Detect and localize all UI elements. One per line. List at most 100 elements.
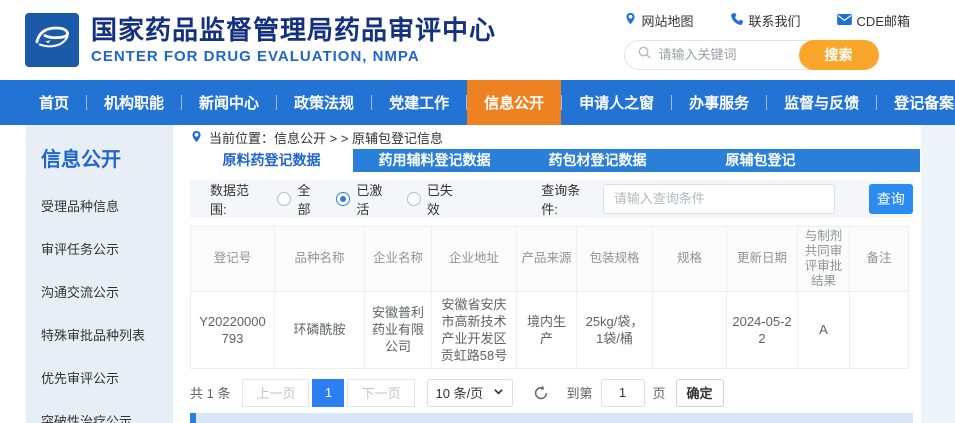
col-joint-review-result: 与制剂共同审评审批结果 (798, 226, 850, 291)
query-condition-input[interactable] (603, 184, 835, 214)
cell-joint-review-result: A (798, 291, 850, 368)
right-margin-strip (921, 125, 955, 423)
total-count: 共 1 条 (190, 383, 230, 402)
tab-excipient-registration-data[interactable]: 药用辅料登记数据 (353, 149, 516, 172)
col-company-address: 企业地址 (432, 226, 517, 291)
nav-item-home[interactable]: 首页 (22, 80, 86, 125)
nav-item-functions[interactable]: 机构职能 (87, 80, 181, 125)
cell-variety-name: 环磷酰胺 (275, 291, 365, 368)
cell-spec (653, 291, 727, 368)
cde-logo-swoosh-icon (31, 22, 73, 59)
sidebar-item-review-tasks[interactable]: 审评任务公示 (41, 239, 173, 258)
nav-item-news[interactable]: 新闻中心 (182, 80, 276, 125)
radio-all-label: 全部 (297, 180, 318, 218)
filter-bar: 数据范围: 全部 已激活 已失效 查询条件: 查询 (190, 180, 913, 218)
site-header: 国家药品监督管理局药品审评中心 CENTER FOR DRUG EVALUATI… (0, 0, 955, 80)
main-nav: 首页 机构职能 新闻中心 政策法规 党建工作 信息公开 申请人之窗 办事服务 监… (0, 80, 955, 125)
page-size-select[interactable]: 10 条/页 (427, 379, 513, 407)
nav-item-policy[interactable]: 政策法规 (277, 80, 371, 125)
sidebar: 信息公开 受理品种信息 审评任务公示 沟通交流公示 特殊审批品种列表 优先审评公… (26, 125, 173, 423)
goto-page-label: 到第 (567, 383, 593, 402)
page-1-button[interactable]: 1 (312, 379, 344, 407)
prev-page-button[interactable]: 上一页 (242, 379, 309, 407)
tab-packaging-registration-data[interactable]: 药包材登记数据 (516, 149, 679, 172)
radio-activated-icon[interactable] (336, 192, 350, 206)
tab-bar: 原料药登记数据 药用辅料登记数据 药包材登记数据 原辅包登记 (190, 149, 920, 172)
cell-company-address: 安徽省安庆市高新技术产业开发区贡虹路58号 (432, 291, 517, 368)
nav-item-registration-platform[interactable]: 登记备案平台 (877, 80, 955, 125)
radio-option-activated[interactable]: 已激活 (336, 180, 388, 218)
cell-company-name: 安徽普利药业有限公司 (365, 291, 432, 368)
quick-links: 网站地图 联系我们 CDE邮箱 (624, 11, 910, 30)
tab-api-excipient-packaging-registration[interactable]: 原辅包登记 (679, 149, 842, 172)
sidebar-item-communication[interactable]: 沟通交流公示 (41, 282, 173, 301)
chevron-down-icon (493, 385, 504, 400)
mail-icon (837, 13, 852, 28)
page-size-value: 10 条/页 (436, 383, 484, 402)
next-page-button[interactable]: 下一页 (347, 379, 414, 407)
sidebar-item-breakthrough-therapy[interactable]: 突破性治疗公示 (41, 411, 173, 423)
phone-icon (730, 12, 744, 29)
col-packaging-spec: 包装规格 (577, 226, 653, 291)
breadcrumb-pin-icon (190, 129, 203, 147)
col-product-source: 产品来源 (517, 226, 577, 291)
query-label: 查询条件: (541, 180, 590, 218)
location-pin-icon (624, 11, 637, 29)
pagination: 共 1 条 上一页 1 下一页 10 条/页 到第 页 确定 (190, 379, 920, 407)
radio-expired-label: 已失效 (427, 180, 459, 218)
sidebar-item-special-approval[interactable]: 特殊审批品种列表 (41, 325, 173, 344)
nav-item-party[interactable]: 党建工作 (372, 80, 466, 125)
radio-activated-label: 已激活 (356, 180, 388, 218)
sidebar-title: 信息公开 (41, 143, 173, 172)
breadcrumb: 当前位置：信息公开 > > 原辅包登记信息 (190, 127, 920, 149)
radio-option-expired[interactable]: 已失效 (407, 180, 459, 218)
radio-all-icon[interactable] (277, 192, 291, 206)
cell-registration-no: Y20220000793 (191, 291, 275, 368)
confirm-button[interactable]: 确定 (676, 379, 724, 407)
cde-mail-link[interactable]: CDE邮箱 (837, 11, 910, 30)
header-right: 网站地图 联系我们 CDE邮箱 搜索 (624, 11, 910, 70)
radio-expired-icon[interactable] (407, 192, 421, 206)
keyword-search-input[interactable] (659, 47, 789, 62)
col-update-date: 更新日期 (727, 226, 798, 291)
main-area: 信息公开 受理品种信息 审评任务公示 沟通交流公示 特殊审批品种列表 优先审评公… (0, 125, 955, 423)
breadcrumb-text: 当前位置：信息公开 > > 原辅包登记信息 (209, 128, 443, 147)
sitemap-link[interactable]: 网站地图 (624, 11, 694, 30)
search-icon (637, 45, 652, 65)
goto-page-input[interactable] (601, 379, 645, 407)
site-titles: 国家药品监督管理局药品审评中心 CENTER FOR DRUG EVALUATI… (91, 15, 496, 65)
sidebar-item-priority-review[interactable]: 优先审评公示 (41, 368, 173, 387)
radio-option-all[interactable]: 全部 (277, 180, 318, 218)
nav-item-services[interactable]: 办事服务 (672, 80, 766, 125)
cell-update-date: 2024-05-22 (727, 291, 798, 368)
site-title-en: CENTER FOR DRUG EVALUATION, NMPA (91, 48, 496, 65)
refresh-icon[interactable] (533, 385, 549, 401)
col-remarks: 备注 (850, 226, 909, 291)
nav-item-supervision[interactable]: 监督与反馈 (767, 80, 876, 125)
table-header-row: 登记号 品种名称 企业名称 企业地址 产品来源 包装规格 规格 更新日期 与制剂… (191, 226, 909, 291)
cde-logo (25, 13, 79, 67)
cell-remarks (850, 291, 909, 368)
contact-label: 联系我们 (749, 11, 801, 30)
site-title-cn: 国家药品监督管理局药品审评中心 (91, 15, 496, 45)
cell-product-source: 境内生产 (517, 291, 577, 368)
sitemap-label: 网站地图 (642, 11, 694, 30)
search-button[interactable]: 搜索 (799, 40, 879, 70)
scope-label: 数据范围: (210, 180, 259, 218)
nav-item-info-disclosure[interactable]: 信息公开 (467, 80, 561, 125)
footer-section-top (190, 413, 913, 423)
goto-page-unit: 页 (653, 383, 666, 402)
registration-table: 登记号 品种名称 企业名称 企业地址 产品来源 包装规格 规格 更新日期 与制剂… (190, 226, 909, 369)
cde-mail-label: CDE邮箱 (857, 11, 910, 30)
cell-packaging-spec: 25kg/袋，1袋/桶 (577, 291, 653, 368)
content-column: 当前位置：信息公开 > > 原辅包登记信息 原料药登记数据 药用辅料登记数据 药… (190, 125, 920, 423)
col-registration-no: 登记号 (191, 226, 275, 291)
tab-api-registration-data[interactable]: 原料药登记数据 (190, 149, 353, 172)
sidebar-item-accepted-varieties[interactable]: 受理品种信息 (41, 196, 173, 215)
col-company-name: 企业名称 (365, 226, 432, 291)
table-row: Y20220000793 环磷酰胺 安徽普利药业有限公司 安徽省安庆市高新技术产… (191, 291, 909, 368)
nav-item-applicant-window[interactable]: 申请人之窗 (562, 80, 671, 125)
query-button[interactable]: 查询 (869, 184, 913, 214)
contact-link[interactable]: 联系我们 (730, 11, 801, 30)
col-variety-name: 品种名称 (275, 226, 365, 291)
